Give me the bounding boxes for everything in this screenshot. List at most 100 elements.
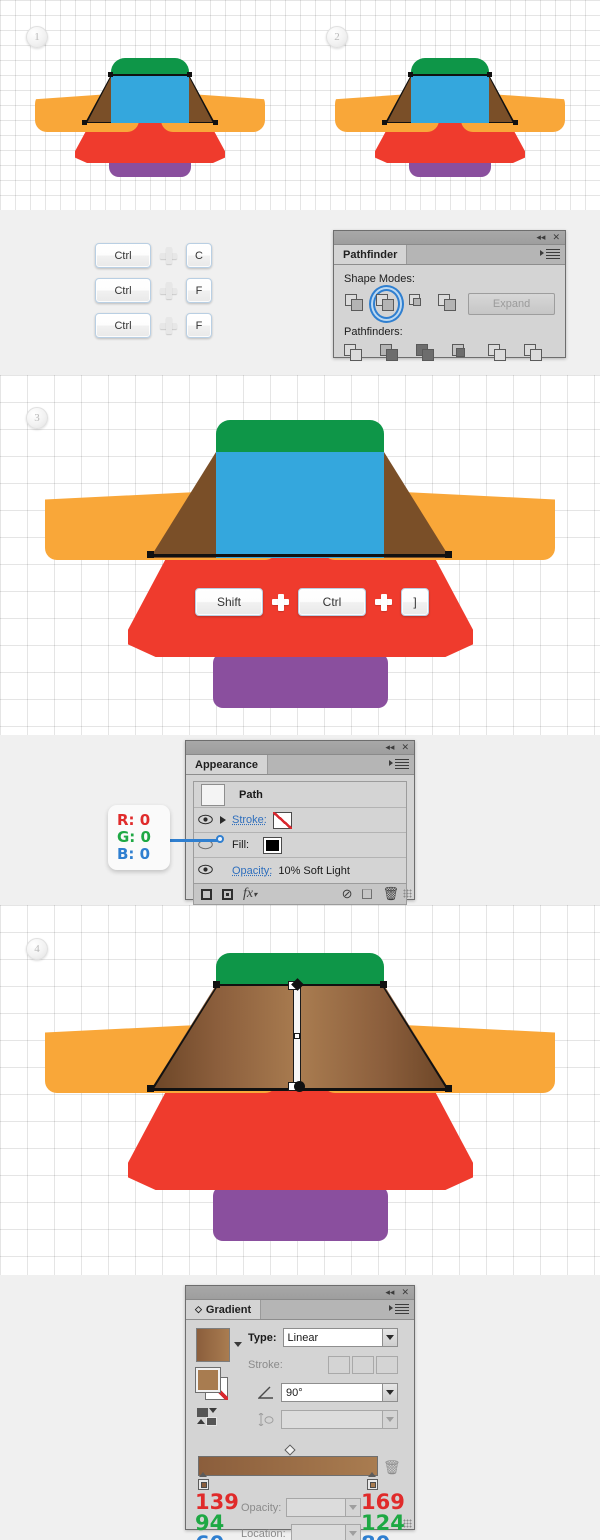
close-icon[interactable]: ✕ [401, 742, 409, 753]
tab-appearance[interactable]: Appearance [186, 755, 268, 774]
add-new-fill-icon[interactable] [222, 888, 233, 900]
appearance-row-object[interactable]: Path [194, 782, 406, 808]
aspect-dropdown-caret-icon[interactable] [382, 1411, 397, 1428]
box-artwork-step-1 [35, 30, 265, 177]
gradient-stop-right[interactable] [367, 1472, 378, 1490]
key-c[interactable]: C [186, 243, 212, 268]
opacity-input[interactable] [286, 1498, 361, 1517]
panel-menu-icon[interactable] [389, 1304, 409, 1315]
gradient-annotator-end-dot[interactable] [294, 1081, 305, 1092]
gradient-reverse-icon[interactable] [197, 1408, 223, 1426]
angle-input[interactable]: 90° [281, 1383, 398, 1402]
collapse-icon[interactable]: ◂◂ [385, 1287, 394, 1298]
tab-gradient[interactable]: ◇ Gradient [186, 1300, 262, 1319]
visibility-eye-icon[interactable] [198, 814, 214, 827]
close-icon[interactable]: ✕ [401, 1287, 409, 1298]
collapse-icon[interactable]: ◂◂ [385, 742, 394, 753]
duplicate-item-icon[interactable] [362, 889, 373, 899]
key-bracket-right[interactable]: ] [401, 588, 429, 616]
panel-menu-icon[interactable] [540, 249, 560, 260]
gradient-aspect-row [258, 1410, 398, 1429]
key-f[interactable]: F [186, 278, 212, 303]
shape-mode-minus-front-button[interactable] [375, 291, 399, 317]
opacity-dropdown-caret-icon[interactable] [345, 1499, 360, 1516]
key-shift[interactable]: Shift [195, 588, 263, 616]
shape-mode-exclude-button[interactable] [437, 291, 460, 317]
appearance-section: ◂◂ ✕ Appearance Path Stroke: Fill: Opaci… [0, 735, 600, 905]
gradient-angle-row: 90° [257, 1383, 398, 1402]
gradient-slider[interactable] [198, 1456, 378, 1490]
panel-resize-grip[interactable] [403, 1519, 412, 1528]
expand-triangle-icon[interactable] [220, 816, 226, 824]
key-ctrl[interactable]: Ctrl [298, 588, 366, 616]
gradient-ramp[interactable] [198, 1456, 378, 1490]
callout-r-value: R: 0 [117, 811, 151, 829]
gradient-stop-left[interactable] [198, 1472, 209, 1490]
callout-g-value: G: 0 [117, 828, 151, 846]
tabbar-filler [407, 245, 565, 264]
outline-icon-button[interactable] [488, 344, 510, 364]
callout-b-value: B: 0 [117, 845, 151, 863]
divide-icon-button[interactable] [344, 344, 366, 364]
shape-mode-unite-button[interactable] [344, 291, 367, 317]
left-stop-r: 139 [195, 1490, 239, 1514]
stroke-swatch-none-icon[interactable] [272, 811, 292, 829]
panel-resize-grip[interactable] [403, 889, 412, 898]
key-ctrl[interactable]: Ctrl [95, 278, 151, 303]
shape-modes-row: Expand [344, 291, 556, 317]
key-ctrl[interactable]: Ctrl [95, 313, 151, 338]
gradient-stop-right-rgb: 169 124 80 [361, 1492, 405, 1540]
trim-icon-button[interactable] [380, 344, 402, 364]
type-label: Type: [248, 1331, 277, 1344]
shape-red-front [128, 1085, 473, 1190]
appearance-row-stroke[interactable]: Stroke: [194, 808, 406, 833]
minus-back-icon-button[interactable] [524, 344, 546, 364]
stroke-label[interactable]: Stroke: [232, 814, 267, 826]
fill-box-icon[interactable] [195, 1367, 221, 1393]
merge-icon-button[interactable] [416, 344, 438, 364]
expand-button[interactable]: Expand [468, 293, 556, 315]
add-new-effect-icon[interactable]: fx▾ [243, 886, 257, 902]
panel-menu-icon[interactable] [389, 759, 409, 770]
aspect-ratio-input[interactable] [281, 1410, 398, 1429]
gradient-midpoint-diamond[interactable] [284, 1444, 296, 1456]
location-dropdown-caret-icon[interactable] [345, 1525, 360, 1540]
outline-bottom-edge [150, 554, 450, 557]
appearance-list: Path Stroke: Fill: Opacity: 10% Soft Lig… [193, 781, 407, 884]
steps-1-2-section: 1 2 [0, 0, 600, 210]
shape-mode-intersect-button[interactable] [406, 291, 429, 317]
delete-stop-icon[interactable]: 🗑 [383, 1459, 401, 1476]
type-select[interactable]: Linear [282, 1328, 398, 1347]
fill-swatch-black-icon[interactable] [263, 836, 283, 854]
collapse-icon[interactable]: ◂◂ [536, 232, 545, 243]
add-new-stroke-icon[interactable] [201, 888, 212, 900]
location-input[interactable] [290, 1524, 361, 1540]
tab-pathfinder[interactable]: Pathfinder [334, 245, 408, 264]
crop-icon-button[interactable] [452, 344, 474, 364]
delete-item-icon[interactable]: 🗑 [382, 886, 399, 902]
stroke-within-icon[interactable] [328, 1356, 350, 1374]
key-ctrl[interactable]: Ctrl [95, 243, 151, 268]
gradient-preview-swatch[interactable] [196, 1328, 230, 1362]
stroke-gradient-type-buttons[interactable] [328, 1356, 398, 1374]
stroke-across-icon[interactable] [376, 1356, 398, 1374]
gradient-stroke-row: Stroke: [248, 1356, 398, 1374]
gradient-swatch-dropdown-caret-icon[interactable] [234, 1342, 242, 1347]
key-f[interactable]: F [186, 313, 212, 338]
appearance-row-fill[interactable]: Fill: [194, 833, 406, 858]
clear-appearance-icon[interactable]: ⊘ [342, 886, 353, 902]
panel-tabbar: Pathfinder [334, 245, 565, 265]
fill-label[interactable]: Fill: [232, 839, 249, 851]
visibility-eye-icon[interactable] [198, 864, 214, 877]
stroke-along-icon[interactable] [352, 1356, 374, 1374]
opacity-label[interactable]: Opacity: [232, 865, 272, 877]
gradient-panel[interactable]: ◂◂ ✕ ◇ Gradient Type: Linear Stroke: 90°… [185, 1285, 415, 1540]
pathfinder-panel[interactable]: ◂◂ ✕ Pathfinder Shape Modes: Expand Path… [333, 230, 566, 361]
appearance-panel[interactable]: ◂◂ ✕ Appearance Path Stroke: Fill: Opaci… [185, 740, 415, 905]
fill-stroke-indicator[interactable] [195, 1367, 228, 1400]
gradient-annotator-midpoint[interactable] [294, 1033, 300, 1039]
angle-dropdown-caret-icon[interactable] [382, 1384, 397, 1401]
type-dropdown-caret-icon[interactable] [382, 1329, 397, 1346]
close-icon[interactable]: ✕ [552, 232, 560, 243]
appearance-row-opacity[interactable]: Opacity: 10% Soft Light [194, 858, 406, 883]
